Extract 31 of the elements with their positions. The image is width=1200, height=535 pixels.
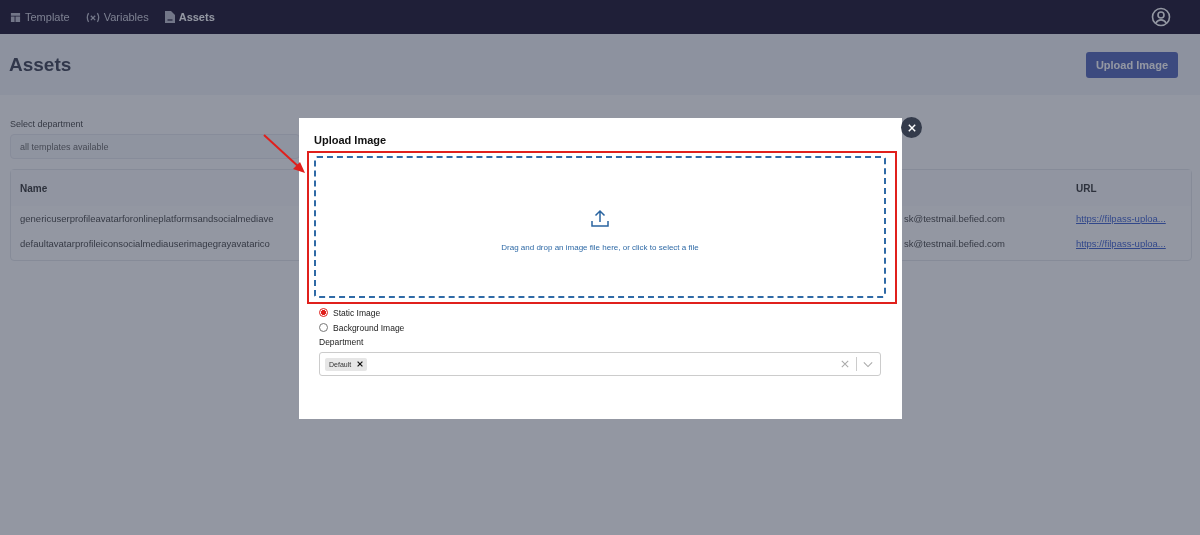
radio-label: Static Image: [333, 307, 381, 318]
column-header: Name: [19, 182, 49, 194]
remove-tag-icon[interactable]: [357, 361, 364, 367]
nav-tab[interactable]: Template: [10, 11, 70, 23]
radio-label: Background Image: [333, 322, 405, 333]
nav-tab[interactable]: Assets: [164, 11, 215, 23]
upload-icon: [590, 208, 610, 229]
dropzone[interactable]: Drag and drop an image file here, or click to select a file: [314, 156, 886, 298]
variables-icon: [85, 11, 100, 23]
table-cell: sk@testmail.befied.com: [904, 238, 1005, 249]
annotation-arrow: [262, 133, 307, 175]
user-avatar-icon[interactable]: [1151, 7, 1171, 27]
table-cell: sk@testmail.befied.com: [904, 213, 1005, 224]
upload-image-button[interactable]: Upload Image: [1085, 51, 1178, 78]
department-select[interactable]: all templates available: [10, 134, 300, 159]
url-link[interactable]: https://filpass-uploa...: [1076, 213, 1166, 224]
field-label: Department: [318, 337, 365, 347]
url-link[interactable]: https://filpass-uploa...: [1076, 238, 1166, 249]
close-button[interactable]: [901, 117, 922, 138]
table-cell: defaultavatarprofileiconsocialmediauserimagegrayavatarico: [20, 238, 270, 249]
layout-icon: [10, 11, 21, 23]
nav-tab[interactable]: Variables: [85, 11, 149, 23]
dropzone-text: Drag and drop an image file here, or click to select a file: [501, 242, 699, 252]
dialog-title: Upload Image: [314, 134, 388, 146]
document-icon: [164, 11, 175, 23]
table-cell: genericuserprofileavatarforonlineplatformsandsocialmediave: [20, 213, 274, 224]
column-header: URL: [1076, 182, 1098, 194]
field-label: Select department: [10, 119, 84, 129]
radio-button[interactable]: [319, 308, 328, 317]
close-icon: [907, 123, 916, 132]
page-title: Assets: [9, 53, 72, 76]
